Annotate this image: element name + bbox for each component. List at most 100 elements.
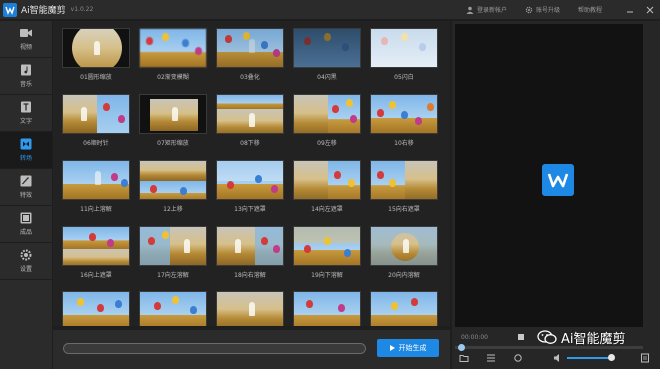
transition-item[interactable]: 13向下遮罩 xyxy=(216,160,284,223)
volume-icon[interactable] xyxy=(553,353,563,363)
play-icon xyxy=(389,345,395,351)
sidebar-item-label: 转场 xyxy=(19,155,32,162)
transition-label: 01圆形缩放 xyxy=(80,74,112,81)
transition-thumbnail xyxy=(139,226,207,266)
minimize-button[interactable] xyxy=(620,0,640,19)
preview-screen xyxy=(455,24,643,327)
transition-label: 04闪黑 xyxy=(317,74,337,81)
transition-thumbnail xyxy=(293,291,361,326)
transition-thumbnail xyxy=(62,160,130,200)
help-label: 帮助教程 xyxy=(577,7,602,14)
start-generate-button[interactable]: 开始生成 xyxy=(377,339,439,357)
transition-thumbnail xyxy=(293,160,361,200)
transition-item[interactable]: 12上移 xyxy=(139,160,207,223)
transition-thumbnail xyxy=(216,94,284,134)
wechat-icon xyxy=(537,330,557,344)
transition-item[interactable]: 10右移 xyxy=(370,94,438,157)
transition-grid: 01圆形缩放 02渐变模糊 03叠化 04闪黑 05闪白 06顺时针 07矩形缩… xyxy=(53,21,450,326)
transition-label: 20向内溶解 xyxy=(388,272,420,279)
upgrade-link[interactable]: 账号升级 xyxy=(525,5,560,14)
watermark-text: Ai智能魔剪 xyxy=(561,332,626,347)
sidebar-item-music[interactable]: 音乐 xyxy=(0,58,52,95)
app-version: v1.0.22 xyxy=(70,6,94,13)
transition-label: 18向右溶解 xyxy=(234,272,266,279)
transition-item[interactable]: 17向左溶解 xyxy=(139,226,207,289)
generate-bar: 开始生成 xyxy=(53,330,450,369)
sidebar-item-transition[interactable]: 转场 xyxy=(0,132,52,169)
text-icon xyxy=(21,101,31,113)
transition-item[interactable]: 04闪黑 xyxy=(293,28,361,91)
transition-item[interactable]: 18向右溶解 xyxy=(216,226,284,289)
transition-item[interactable]: 06顺时针 xyxy=(62,94,130,157)
transition-item[interactable]: 05闪白 xyxy=(370,28,438,91)
transition-thumbnail xyxy=(62,28,130,68)
list-icon[interactable] xyxy=(486,353,496,363)
login-link[interactable]: 登录新帐户 xyxy=(466,5,507,14)
help-link[interactable]: 帮助教程 xyxy=(578,5,602,14)
sidebar-item-settings[interactable]: 设置 xyxy=(0,243,52,280)
sidebar: 视频 音乐 文字 转场 特效 成品 设置 xyxy=(0,21,52,369)
transition-item[interactable]: 20向内溶解 xyxy=(370,226,438,289)
transition-label: 02渐变模糊 xyxy=(157,74,189,81)
sidebar-item-label: 音乐 xyxy=(19,81,32,88)
transition-thumbnail xyxy=(293,226,361,266)
transition-thumbnail xyxy=(62,291,130,326)
transition-label: 10右移 xyxy=(394,140,414,147)
transition-thumbnail xyxy=(370,94,438,134)
app-logo-icon xyxy=(3,2,17,17)
login-label: 登录新帐户 xyxy=(476,7,507,14)
transition-item[interactable]: 19向下溶解 xyxy=(293,226,361,289)
transition-item[interactable]: 03叠化 xyxy=(216,28,284,91)
app-title: Ai智能魔剪 xyxy=(21,6,66,16)
transition-label: 05闪白 xyxy=(394,74,414,81)
fullscreen-icon[interactable] xyxy=(640,353,650,363)
transition-item[interactable]: 08下移 xyxy=(216,94,284,157)
transition-item[interactable] xyxy=(293,291,361,326)
scrubber-handle[interactable] xyxy=(458,344,465,351)
sidebar-item-label: 特效 xyxy=(19,192,32,199)
transition-label: 08下移 xyxy=(240,140,260,147)
sidebar-item-video[interactable]: 视频 xyxy=(0,21,52,58)
transition-label: 03叠化 xyxy=(240,74,260,81)
transition-item[interactable] xyxy=(62,291,130,326)
transition-thumbnail xyxy=(370,291,438,326)
transition-item[interactable]: 14向左遮罩 xyxy=(293,160,361,223)
stop-button[interactable] xyxy=(518,334,524,340)
transition-label: 07矩形缩放 xyxy=(157,140,189,147)
transition-item[interactable]: 01圆形缩放 xyxy=(62,28,130,91)
transition-item[interactable]: 16向上遮罩 xyxy=(62,226,130,289)
sidebar-item-effect[interactable]: 特效 xyxy=(0,169,52,206)
transition-item[interactable] xyxy=(216,291,284,326)
transition-label: 19向下溶解 xyxy=(311,272,343,279)
close-button[interactable] xyxy=(640,0,660,19)
transition-thumbnail xyxy=(370,160,438,200)
volume-handle[interactable] xyxy=(608,354,615,361)
transition-thumbnail xyxy=(293,94,361,134)
transition-item[interactable]: 15向右遮罩 xyxy=(370,160,438,223)
user-icon xyxy=(466,6,474,14)
app-logo-icon xyxy=(542,164,574,196)
transition-item[interactable] xyxy=(370,291,438,326)
transition-thumbnail xyxy=(293,28,361,68)
progress-bar xyxy=(63,343,366,354)
transition-item[interactable]: 02渐变模糊 xyxy=(139,28,207,91)
sidebar-item-text[interactable]: 文字 xyxy=(0,95,52,132)
sidebar-item-label: 文字 xyxy=(19,118,32,125)
transition-item[interactable]: 11向上溶解 xyxy=(62,160,130,223)
minimize-icon xyxy=(627,11,633,12)
product-icon xyxy=(20,212,32,224)
transition-item[interactable] xyxy=(139,291,207,326)
folder-icon[interactable] xyxy=(459,353,469,363)
watermark: Ai智能魔剪 xyxy=(537,328,626,347)
transition-item[interactable]: 07矩形缩放 xyxy=(139,94,207,157)
transition-thumbnail xyxy=(139,291,207,326)
transition-label: 13向下遮罩 xyxy=(234,206,266,213)
loop-icon[interactable] xyxy=(513,353,523,363)
gear-icon xyxy=(525,6,533,13)
transition-thumbnail xyxy=(370,28,438,68)
transition-label: 14向左遮罩 xyxy=(311,206,343,213)
transition-thumbnail xyxy=(370,226,438,266)
transition-label: 12上移 xyxy=(163,206,183,213)
transition-item[interactable]: 09左移 xyxy=(293,94,361,157)
sidebar-item-product[interactable]: 成品 xyxy=(0,206,52,243)
